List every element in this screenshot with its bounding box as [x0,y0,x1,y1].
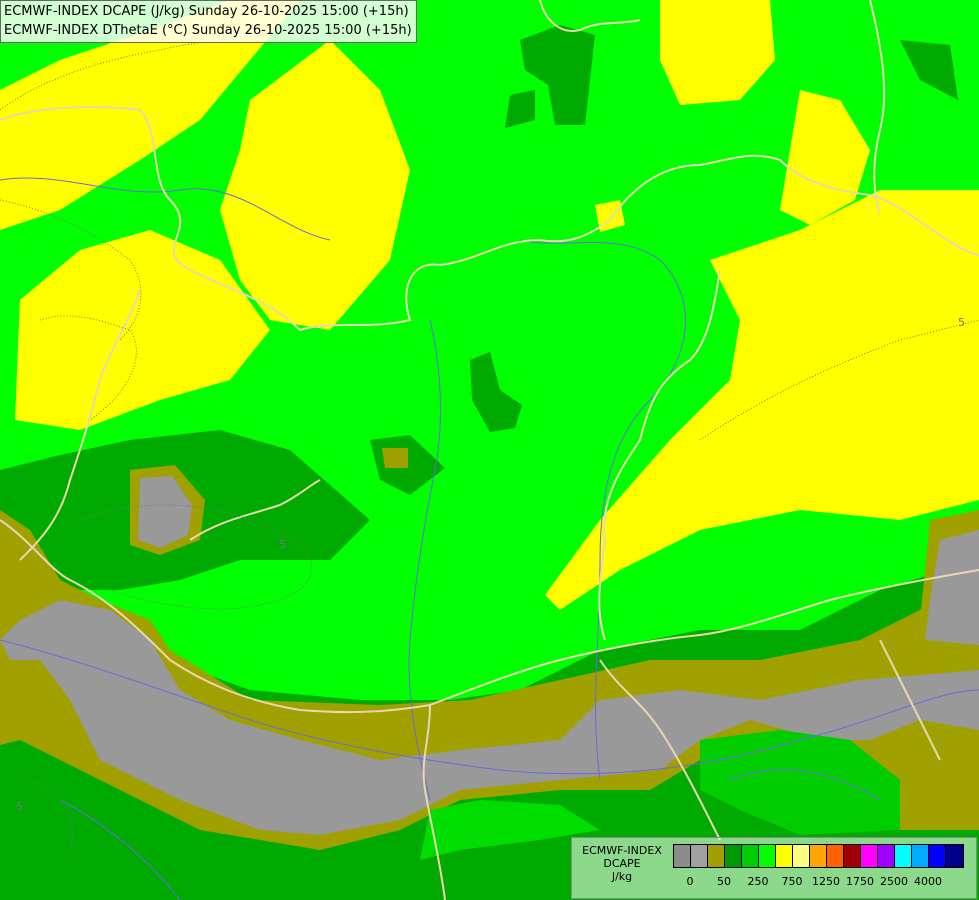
legend-tick: 1250 [812,875,840,888]
legend-swatch [912,845,929,867]
legend-swatch [793,845,810,867]
legend-tick: 250 [747,875,769,888]
weather-map [0,0,979,900]
legend-swatch [691,845,708,867]
legend-swatch [742,845,759,867]
legend-color-bar [673,844,964,868]
color-legend: ECMWF-INDEX DCAPE J/kg 0 50 250 750 1250 1750… [571,837,977,899]
legend-swatch [861,845,878,867]
legend-tick: 50 [717,875,731,888]
contour-label: 5 [958,316,965,329]
legend-tick: 1750 [846,875,874,888]
legend-tick: 0 [686,875,694,888]
legend-swatch [878,845,895,867]
legend-variable: DCAPE [603,857,641,870]
legend-tick-labels: 0 50 250 750 1250 1750 2500 4000 [673,875,973,889]
legend-swatch [725,845,742,867]
legend-model: ECMWF-INDEX [582,844,662,857]
legend-swatch [946,845,963,867]
legend-tick: 2500 [880,875,908,888]
legend-swatch [929,845,946,867]
legend-swatch [844,845,861,867]
legend-swatch [827,845,844,867]
map-title-box: ECMWF-INDEX DCAPE (J/kg) Sunday 26-10-20… [0,0,417,43]
legend-tick: 4000 [914,875,942,888]
legend-swatch [895,845,912,867]
legend-tick: 750 [781,875,803,888]
legend-swatch [759,845,776,867]
legend-swatch [674,845,691,867]
dcape-zone-olive-spot [382,448,408,468]
legend-swatch [810,845,827,867]
title-dthetae: ECMWF-INDEX DThetaE (°C) Sunday 26-10-20… [4,23,412,38]
contour-label: 5 [279,538,286,551]
legend-swatch [776,845,793,867]
legend-swatch [708,845,725,867]
title-dcape: ECMWF-INDEX DCAPE (J/kg) Sunday 26-10-20… [4,4,409,19]
contour-label: 5 [16,800,23,813]
legend-unit: J/kg [611,870,633,883]
legend-title-block: ECMWF-INDEX DCAPE J/kg [574,844,670,883]
